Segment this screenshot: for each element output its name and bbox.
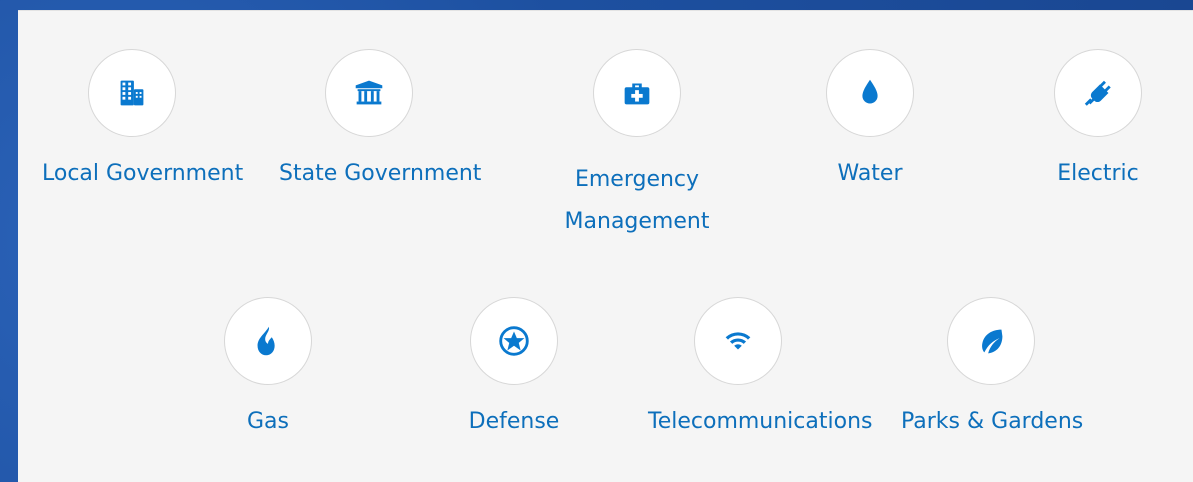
plug-icon [1084,80,1111,106]
category-label: Water [837,161,903,186]
category-tile-electric[interactable]: Electric [1008,49,1188,186]
category-label: Gas [247,409,289,434]
category-icon-circle [1054,49,1142,137]
leaf-icon [982,329,1003,354]
category-label: Electric [1057,161,1139,186]
category-icon-circle [325,49,413,137]
category-icon-circle [470,297,558,385]
medical-kit-icon [624,83,650,105]
category-panel: Local Government State Government Emerge… [18,10,1193,482]
category-tile-water[interactable]: Water [780,49,960,186]
category-icon-circle [593,49,681,137]
category-tile-local-government[interactable]: Local Government [42,49,243,186]
category-icon-circle [88,49,176,137]
category-label: Telecommunications [648,409,873,434]
category-icon-circle [947,297,1035,385]
flame-icon [257,326,275,356]
category-tile-state-government[interactable]: State Government [279,49,481,186]
category-tile-emergency-management[interactable]: Emergency Management [547,49,727,234]
page-frame: Local Government State Government Emerge… [0,0,1193,482]
category-label: Parks & Gardens [901,409,1084,434]
building-icon [120,80,144,106]
category-tile-gas[interactable]: Gas [178,297,358,434]
category-tile-parks-gardens[interactable]: Parks & Gardens [901,297,1083,434]
category-tile-telecommunications[interactable]: Telecommunications [648,297,872,434]
category-icon-circle [694,297,782,385]
category-label: Local Government [42,161,244,186]
category-label: Emergency Management [564,167,710,234]
wifi-icon [725,332,751,350]
bank-icon [355,80,383,105]
category-tile-defense[interactable]: Defense [424,297,604,434]
category-label: Defense [468,409,560,434]
star-icon [499,326,529,356]
category-icon-circle [224,297,312,385]
water-drop-icon [862,79,878,104]
category-icon-circle [826,49,914,137]
category-label: State Government [279,161,482,186]
